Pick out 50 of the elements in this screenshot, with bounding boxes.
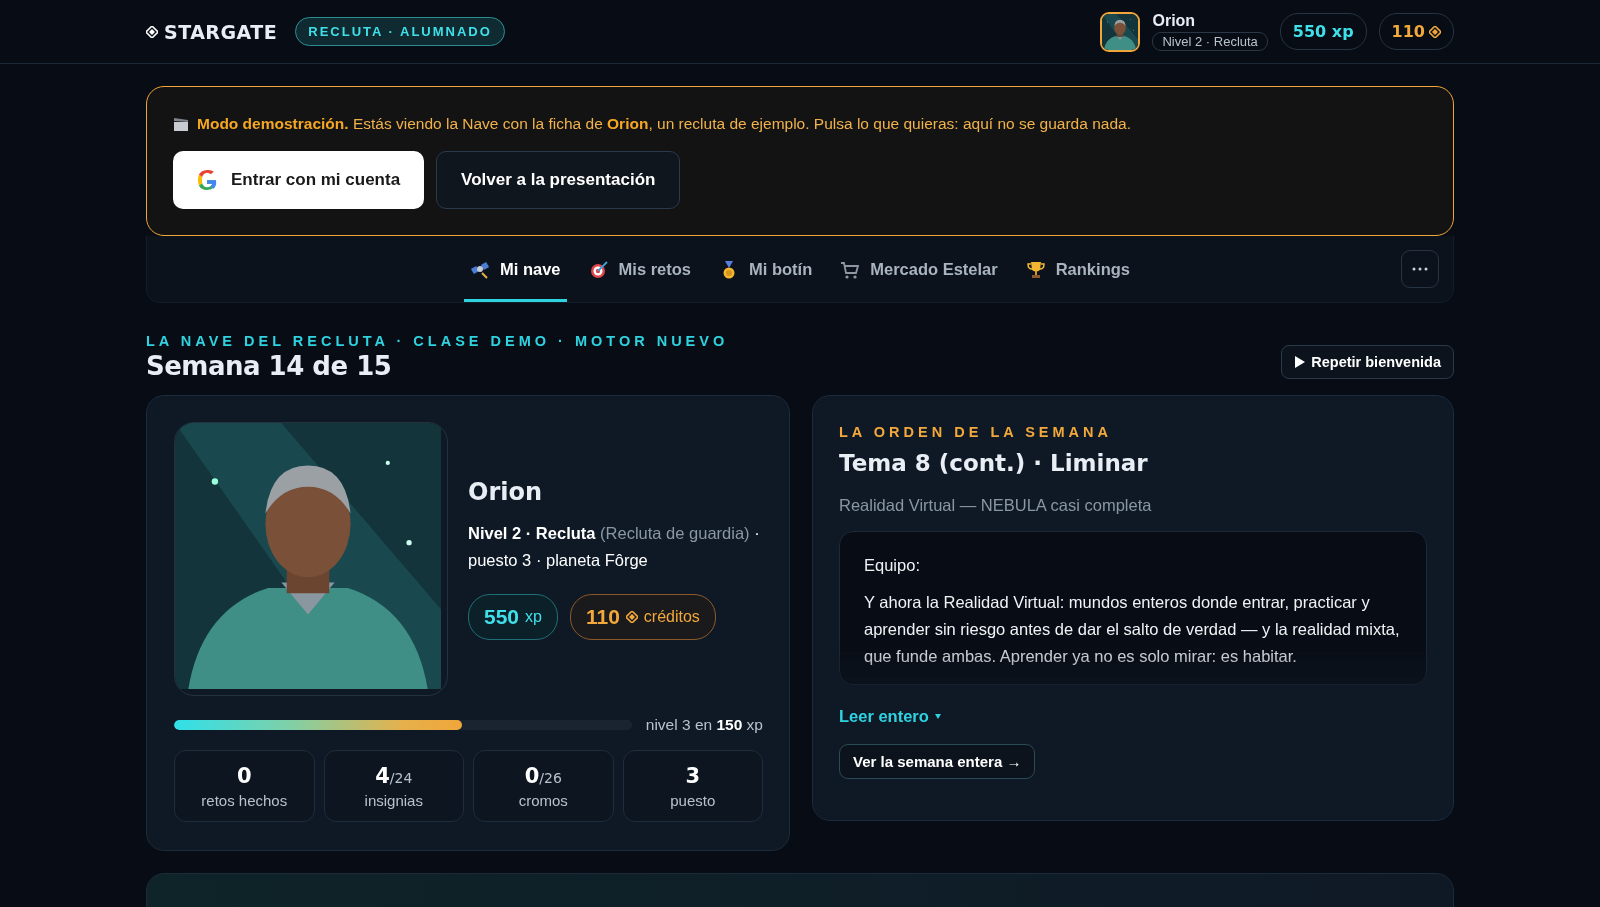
stat-value: 0: [236, 763, 252, 788]
read-more-link[interactable]: Leer entero: [839, 707, 941, 726]
diamond-icon: [1429, 25, 1441, 38]
trophy-icon: [1025, 259, 1046, 280]
diamond-icon: [146, 25, 158, 38]
stat-label: retos hechos: [201, 791, 288, 809]
more-button[interactable]: [1401, 250, 1439, 288]
progress-caption: nivel 3 en 150 xp: [645, 716, 763, 734]
cart-icon: [840, 259, 861, 280]
avatar: [1100, 11, 1141, 52]
nav-tab[interactable]: Rankings: [1019, 236, 1136, 302]
level-badge: Nivel 2 · Recluta: [1152, 32, 1268, 51]
nav-tab[interactable]: Mi nave: [464, 236, 567, 302]
eyebrow: LA NAVE DEL RECLUTA · CLASE DEMO · MOTOR NUEVO: [146, 333, 729, 349]
credits-badge: 110 créditos: [569, 594, 716, 640]
play-icon: [1294, 356, 1306, 368]
stat-label: puesto: [670, 791, 716, 809]
clapperboard-icon: [173, 116, 189, 132]
credits-pill: 110: [1378, 13, 1454, 50]
target-icon: [588, 259, 609, 280]
stat-value: 4/24: [375, 763, 413, 788]
demo-notice: Modo demostración. Estás viendo la Nave con la ficha de Orion, un recluta de ejemplo. Pulsa lo que quieras: aquí no se guarda nada.: [197, 115, 1131, 133]
stat-label: insignias: [364, 791, 423, 809]
stat-value: 0/26: [524, 763, 562, 788]
google-icon: [197, 170, 217, 190]
back-button[interactable]: Volver a la presentación: [436, 151, 681, 209]
role-badge: RECLUTA · ALUMNADO: [295, 17, 505, 46]
eyebrow: LA ORDEN DE LA SEMANA: [839, 424, 1114, 440]
more-icon: [1411, 266, 1429, 272]
profile-details: Nivel 2 · Recluta (Recluta de guardia) · puesto 3 · planeta Fôrge: [468, 523, 761, 571]
excerpt-text: Y ahora la Realidad Virtual: mundos enteros donde entrar, practicar y aprender sin riesgo antes de dar el salto de verdad — y la realidad mixta, que funde ambas. Aprender ya no es solo mirar: es habitar.: [864, 592, 1401, 667]
nav-tab[interactable]: Mis retos: [582, 236, 697, 302]
order-subtitle: Realidad Virtual — NEBULA casi completa: [839, 496, 1153, 515]
user-name: Orion: [1152, 12, 1196, 30]
stat-value: 3: [685, 763, 701, 788]
profile-name: Orion: [468, 478, 544, 506]
logo: STARGATE: [164, 20, 278, 43]
week-button[interactable]: Ver la semana entera →: [839, 744, 1036, 779]
xp-badge: 550 xp: [468, 594, 558, 640]
excerpt-text: Equipo:: [864, 555, 921, 576]
replay-button[interactable]: Repetir bienvenida: [1281, 345, 1454, 379]
order-title: Tema 8 (cont.) · Liminar: [839, 450, 1149, 476]
nav-tab[interactable]: Mercado Estelar: [834, 236, 1004, 302]
caret-icon: [934, 714, 941, 719]
sign-in-button[interactable]: Entrar con mi cuenta: [173, 151, 425, 209]
stat-label: cromos: [518, 791, 568, 809]
satellite-icon: [470, 259, 490, 280]
page-title: Semana 14 de 15: [146, 351, 393, 381]
nav-tab[interactable]: Mi botín: [713, 236, 819, 302]
xp-pill: 550 xp: [1279, 13, 1367, 50]
